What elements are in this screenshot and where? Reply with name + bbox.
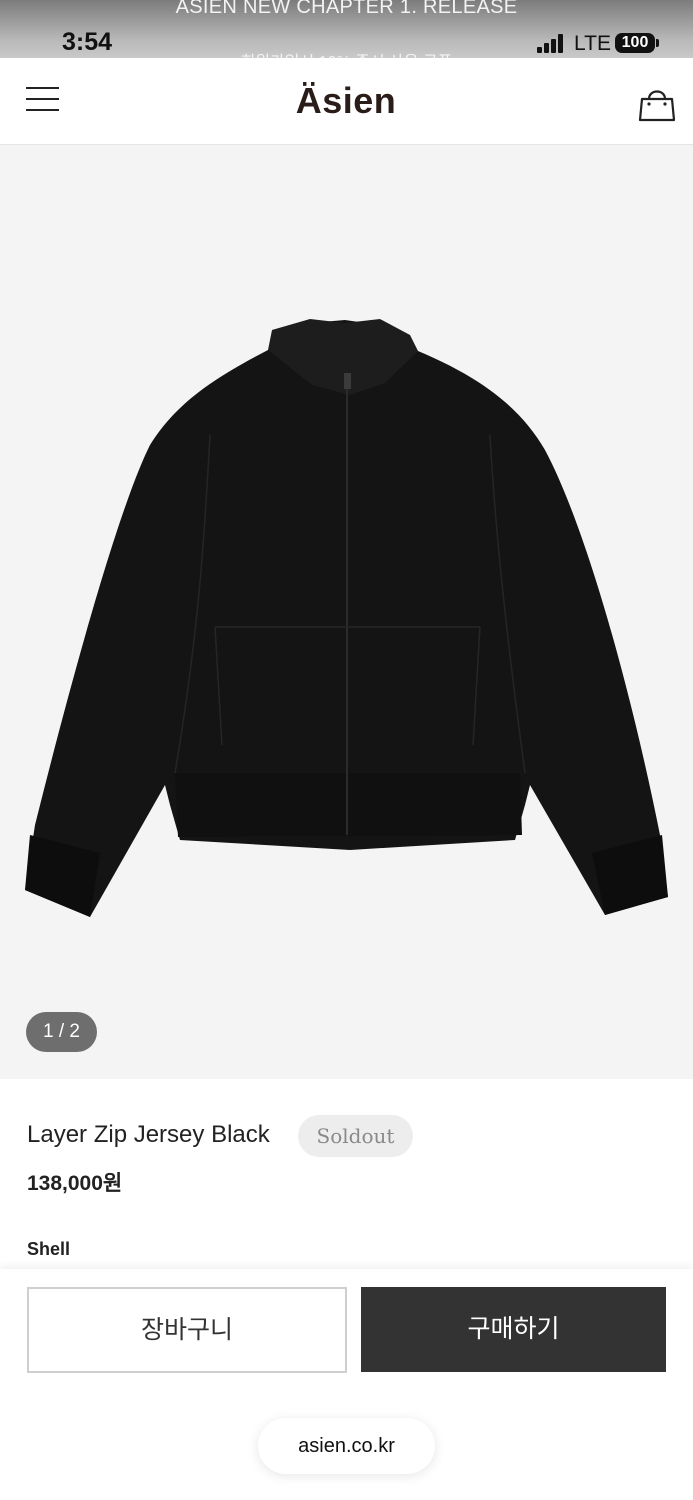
product-name: Layer Zip Jersey Black — [27, 1121, 270, 1148]
add-to-cart-button[interactable]: 장바구니 — [27, 1287, 347, 1373]
image-counter: 1 / 2 — [26, 1012, 97, 1052]
status-time: 3:54 — [62, 28, 113, 56]
browser-url-pill[interactable]: asien.co.kr — [258, 1418, 435, 1474]
product-price: 138,000원 — [27, 1172, 123, 1195]
signal-icon — [537, 33, 567, 53]
spec-section-label: Shell — [27, 1239, 71, 1259]
brand-logo[interactable]: Äsien — [246, 80, 446, 122]
battery-tip — [656, 39, 659, 47]
site-header: Äsien — [0, 58, 693, 145]
product-photo-jacket — [25, 319, 668, 917]
bottom-action-bar: 장바구니 구매하기 asien.co.kr — [0, 1269, 693, 1500]
promo-banner-title[interactable]: ASIEN NEW CHAPTER 1. RELEASE — [0, 0, 693, 19]
hamburger-menu-icon[interactable] — [26, 86, 60, 114]
network-type: LTE — [574, 32, 611, 55]
product-image-gallery[interactable]: 1 / 2 — [0, 145, 693, 1079]
battery-icon: 100 — [615, 33, 655, 53]
shopping-bag-icon[interactable] — [638, 84, 676, 122]
soldout-badge: Soldout — [298, 1115, 413, 1157]
buy-now-button[interactable]: 구매하기 — [361, 1287, 666, 1372]
status-bar: ASIEN NEW CHAPTER 1. RELEASE 회원가입시 10% 즉… — [0, 0, 693, 58]
